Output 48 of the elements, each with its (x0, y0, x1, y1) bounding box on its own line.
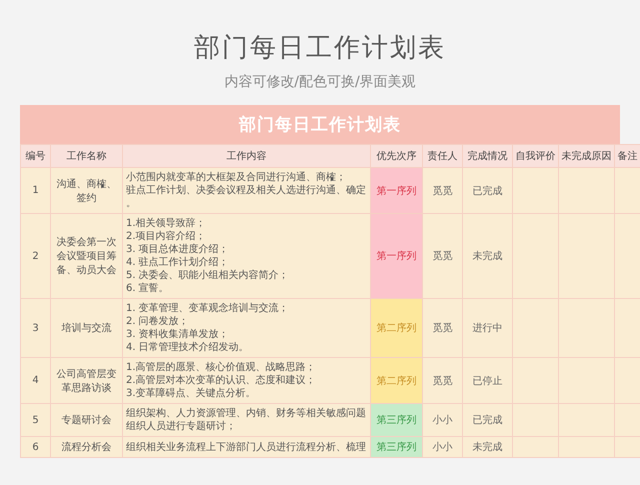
priority-cell: 第二序列 (370, 358, 422, 404)
table-cell: 已完成 (462, 404, 512, 436)
table-cell: 6 (20, 436, 50, 458)
table-cell: 未完成 (462, 214, 512, 298)
table-cell: 4 (20, 358, 50, 404)
column-header: 备注 (614, 144, 640, 168)
table-cell: 觅觅 (422, 358, 462, 404)
table-cell: 1.相关领导致辞； 2.项目内容介绍； 3. 项目总体进度介绍； 4. 驻点工作计划介绍； 5. 决委会、职能小组相关内容简介； 6. 宣誓。 (122, 214, 370, 298)
table-cell: 1.高管层的愿景、核心价值观、战略思路； 2.高管层对本次变革的认识、态度和建议； 3.变革障碍点、关键点分析。 (122, 358, 370, 404)
table-cell: 流程分析会 (50, 436, 122, 458)
table-cell: 已停止 (462, 358, 512, 404)
table-cell: 进行中 (462, 298, 512, 358)
table-cell: 决委会第一次会议暨项目筹备、动员大会 (50, 214, 122, 298)
table-cell: 培训与交流 (50, 298, 122, 358)
table-cell: 未完成 (462, 436, 512, 458)
table-cell: 专题研讨会 (50, 404, 122, 436)
priority-cell: 第一序列 (370, 214, 422, 298)
column-header: 优先次序 (370, 144, 422, 168)
table-cell: 沟通、商榷、签约 (50, 168, 122, 214)
priority-cell: 第一序列 (370, 168, 422, 214)
table-cell: 小范围内就变革的大框架及合同进行沟通、商榷； 驻点工作计划、决委会议程及相关人选进行沟通、确定 。 (122, 168, 370, 214)
column-header: 责任人 (422, 144, 462, 168)
column-header: 完成情况 (462, 144, 512, 168)
column-header: 未完成原因 (558, 144, 614, 168)
table-title: 部门每日工作计划表 (239, 114, 401, 136)
column-header: 工作名称 (50, 144, 122, 168)
table-cell: 公司高管层变革思路访谈 (50, 358, 122, 404)
priority-cell: 第二序列 (370, 298, 422, 358)
page-title: 部门每日工作计划表 (194, 32, 446, 65)
page-subtitle: 内容可修改/配色可换/界面美观 (224, 73, 416, 91)
table-cell: 2 (20, 214, 50, 298)
table-cell: 小小 (422, 436, 462, 458)
table-cell: 1. 变革管理、变革观念培训与交流； 2. 问卷发放； 3. 资料收集清单发放； 4. 日常管理技术介绍发动。 (122, 298, 370, 358)
table-cell: 5 (20, 404, 50, 436)
table-cell: 组织架构、人力资源管理、内销、财务等相关敏感问题组织人员进行专题研讨； (122, 404, 370, 436)
table-cell: 组织相关业务流程上下游部门人员进行流程分析、梳理 (122, 436, 370, 458)
table-cell: 觅觅 (422, 214, 462, 298)
table-cell: 已完成 (462, 168, 512, 214)
table-cell: 觅觅 (422, 298, 462, 358)
table-cell: 1 (20, 168, 50, 214)
table-cell: 小小 (422, 404, 462, 436)
column-header: 工作内容 (122, 144, 370, 168)
table-cell: 觅觅 (422, 168, 462, 214)
priority-cell: 第三序列 (370, 436, 422, 458)
column-header: 自我评价 (512, 144, 558, 168)
table-cell: 3 (20, 298, 50, 358)
column-header: 编号 (20, 144, 50, 168)
priority-cell: 第三序列 (370, 404, 422, 436)
